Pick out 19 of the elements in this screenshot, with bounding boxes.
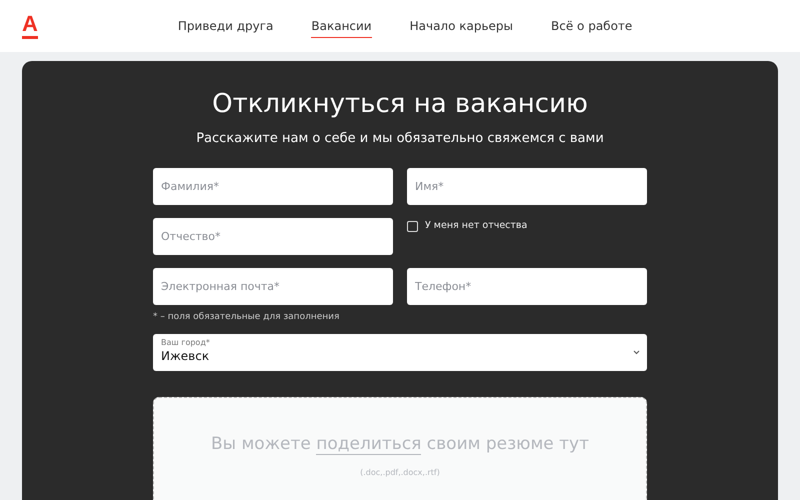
email-field[interactable]: Электронная почта* [153,268,393,305]
last-name-field[interactable]: Фамилия* [153,168,393,205]
city-select[interactable]: Ваш город* Ижевск [153,334,647,371]
logo[interactable]: А [22,13,38,39]
nav-link[interactable]: Начало карьеры [410,14,514,38]
checkbox[interactable] [407,221,418,232]
nav-link[interactable]: Вакансии [311,14,372,38]
checkbox-label: У меня нет отчества [425,220,528,231]
nav-link[interactable]: Всё о работе [551,14,632,38]
nav-link[interactable]: Приведи друга [178,14,274,38]
upload-text: Вы можете поделиться своим резюме тут [210,434,589,454]
form-subtitle: Расскажите нам о себе и мы обязательно свяжемся с вами [196,131,604,146]
required-note: * – поля обязательные для заполнения [153,312,340,322]
middle-name-field[interactable]: Отчество* [153,218,393,255]
chevron-down-icon [633,350,640,355]
first-name-field[interactable]: Имя* [407,168,647,205]
file-formats: (.doc,.pdf,.docx,.rtf) [360,468,440,477]
form-title: Откликнуться на вакансию [212,89,588,119]
phone-field[interactable]: Телефон* [407,268,647,305]
